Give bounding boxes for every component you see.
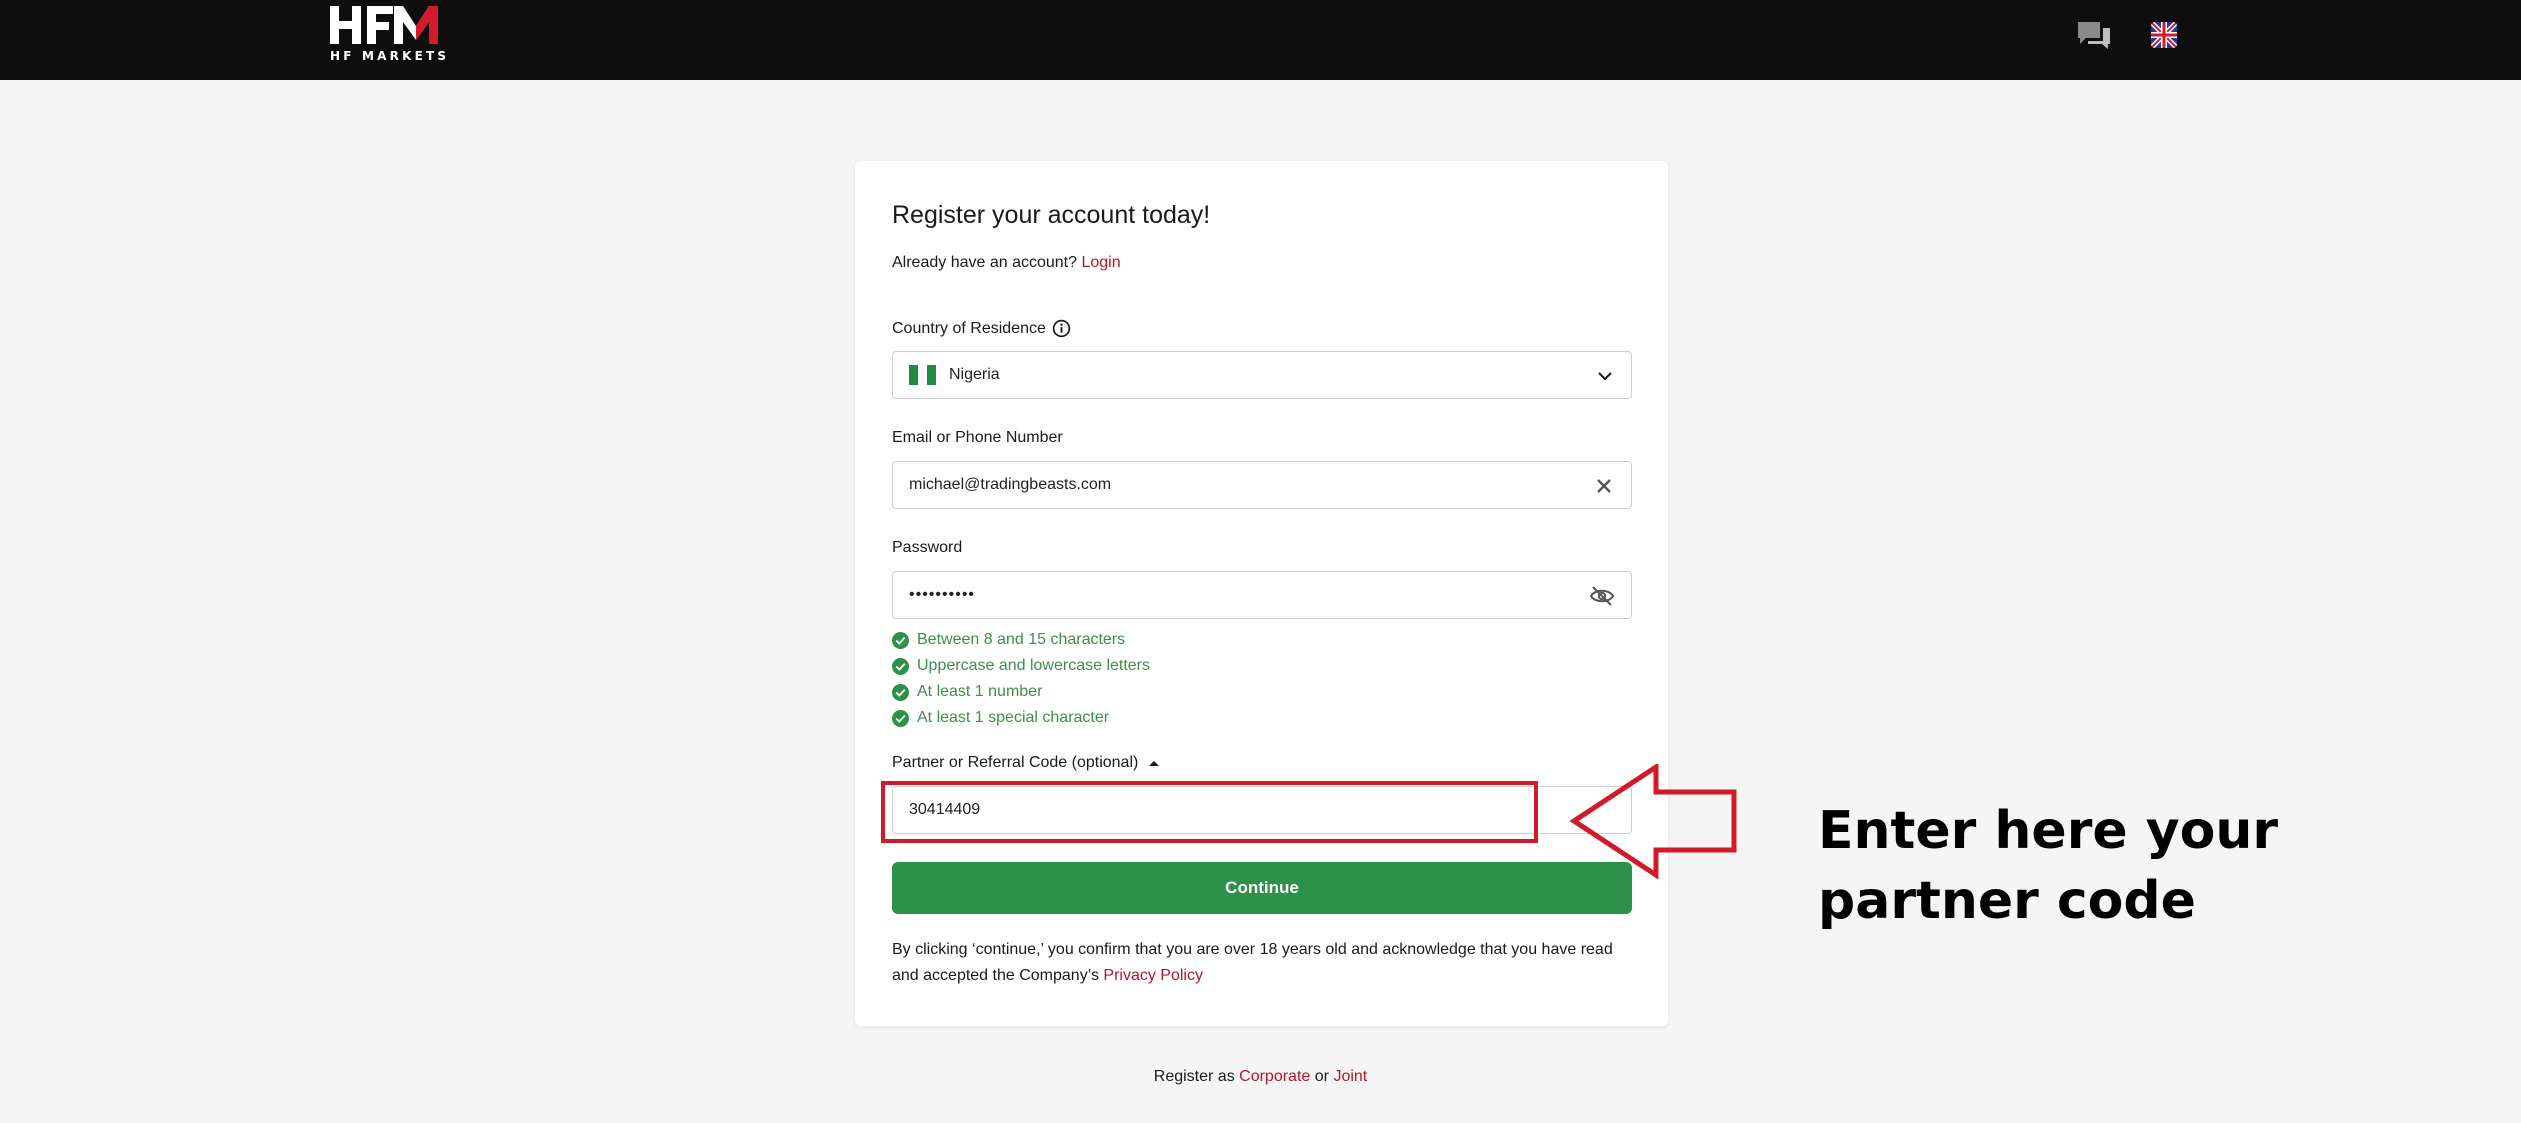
chat-icon[interactable] [2076,20,2112,50]
disclaimer-line-2: and accepted the Company’s [892,967,1099,984]
continue-button[interactable]: Continue [892,862,1632,914]
country-label-text: Country of Residence [892,319,1046,337]
hfm-logo[interactable]: HF MARKETS [330,4,450,64]
clear-icon[interactable] [1595,477,1613,495]
joint-link[interactable]: Joint [1333,1068,1367,1085]
eye-slash-icon[interactable] [1589,584,1615,608]
password-rule-item: At least 1 special character [892,705,1150,731]
privacy-policy-link[interactable]: Privacy Policy [1103,967,1203,984]
or-text: or [1314,1068,1329,1085]
corporate-link[interactable]: Corporate [1239,1068,1310,1085]
password-rule-text: Uppercase and lowercase letters [917,657,1151,674]
country-select[interactable]: Nigeria [892,351,1632,399]
top-bar: HF MARKETS [0,0,2521,80]
partner-code-value: 30414409 [909,801,981,818]
password-label: Password [892,539,963,556]
annotation-text: Enter here your partner code [1818,796,2298,936]
password-field[interactable]: •••••••••• [892,571,1632,619]
check-circle-icon [892,709,909,727]
annotation-line-1: Enter here your [1818,801,2279,861]
partner-code-label: Partner or Referral Code (optional) [892,754,1139,771]
disclaimer-line-1: By clicking ‘continue,’ you confirm that… [892,941,1613,958]
password-rules-list: Between 8 and 15 characters Uppercase an… [892,627,1150,731]
register-as-footer: Register as Corporate or Joint [0,1068,2521,1086]
login-prompt-line: Already have an account? Login [892,254,1121,272]
registration-card: Register your account today! Already hav… [855,161,1668,1026]
caret-up-icon [1149,760,1160,766]
register-as-text: Register as [1153,1068,1235,1085]
password-rule-item: Uppercase and lowercase letters [892,653,1150,679]
annotation-arrow-icon [1569,764,1737,879]
check-circle-icon [892,631,909,649]
annotation-line-2: partner code [1818,871,2196,931]
hfm-logo-mark [330,6,438,44]
nigeria-flag-icon [909,365,936,385]
password-rule-text: Between 8 and 15 characters [917,631,1126,648]
country-label: Country of Residence [892,319,1071,338]
password-rule-text: At least 1 special character [917,709,1110,726]
chevron-down-icon [1598,372,1612,381]
page-title: Register your account today! [892,201,1211,229]
login-prompt-text: Already have an account? [892,254,1078,271]
email-label: Email or Phone Number [892,429,1063,446]
language-uk-flag-icon[interactable] [2151,22,2177,48]
disclaimer-text: By clicking ‘continue,’ you confirm that… [892,937,1652,989]
password-rule-text: At least 1 number [917,683,1043,700]
email-field-value: michael@tradingbeasts.com [909,476,1112,493]
login-link[interactable]: Login [1081,254,1120,271]
check-circle-icon [892,657,909,675]
check-circle-icon [892,683,909,701]
hfm-logo-subtitle: HF MARKETS [330,49,450,63]
partner-code-toggle[interactable]: Partner or Referral Code (optional) [892,754,1160,772]
password-masked-value: •••••••••• [909,586,976,603]
country-select-value: Nigeria [949,366,1000,383]
info-icon[interactable] [1052,319,1071,338]
password-rule-item: Between 8 and 15 characters [892,627,1150,653]
email-field[interactable]: michael@tradingbeasts.com [892,461,1632,509]
password-rule-item: At least 1 number [892,679,1150,705]
partner-code-input[interactable]: 30414409 [892,786,1632,834]
